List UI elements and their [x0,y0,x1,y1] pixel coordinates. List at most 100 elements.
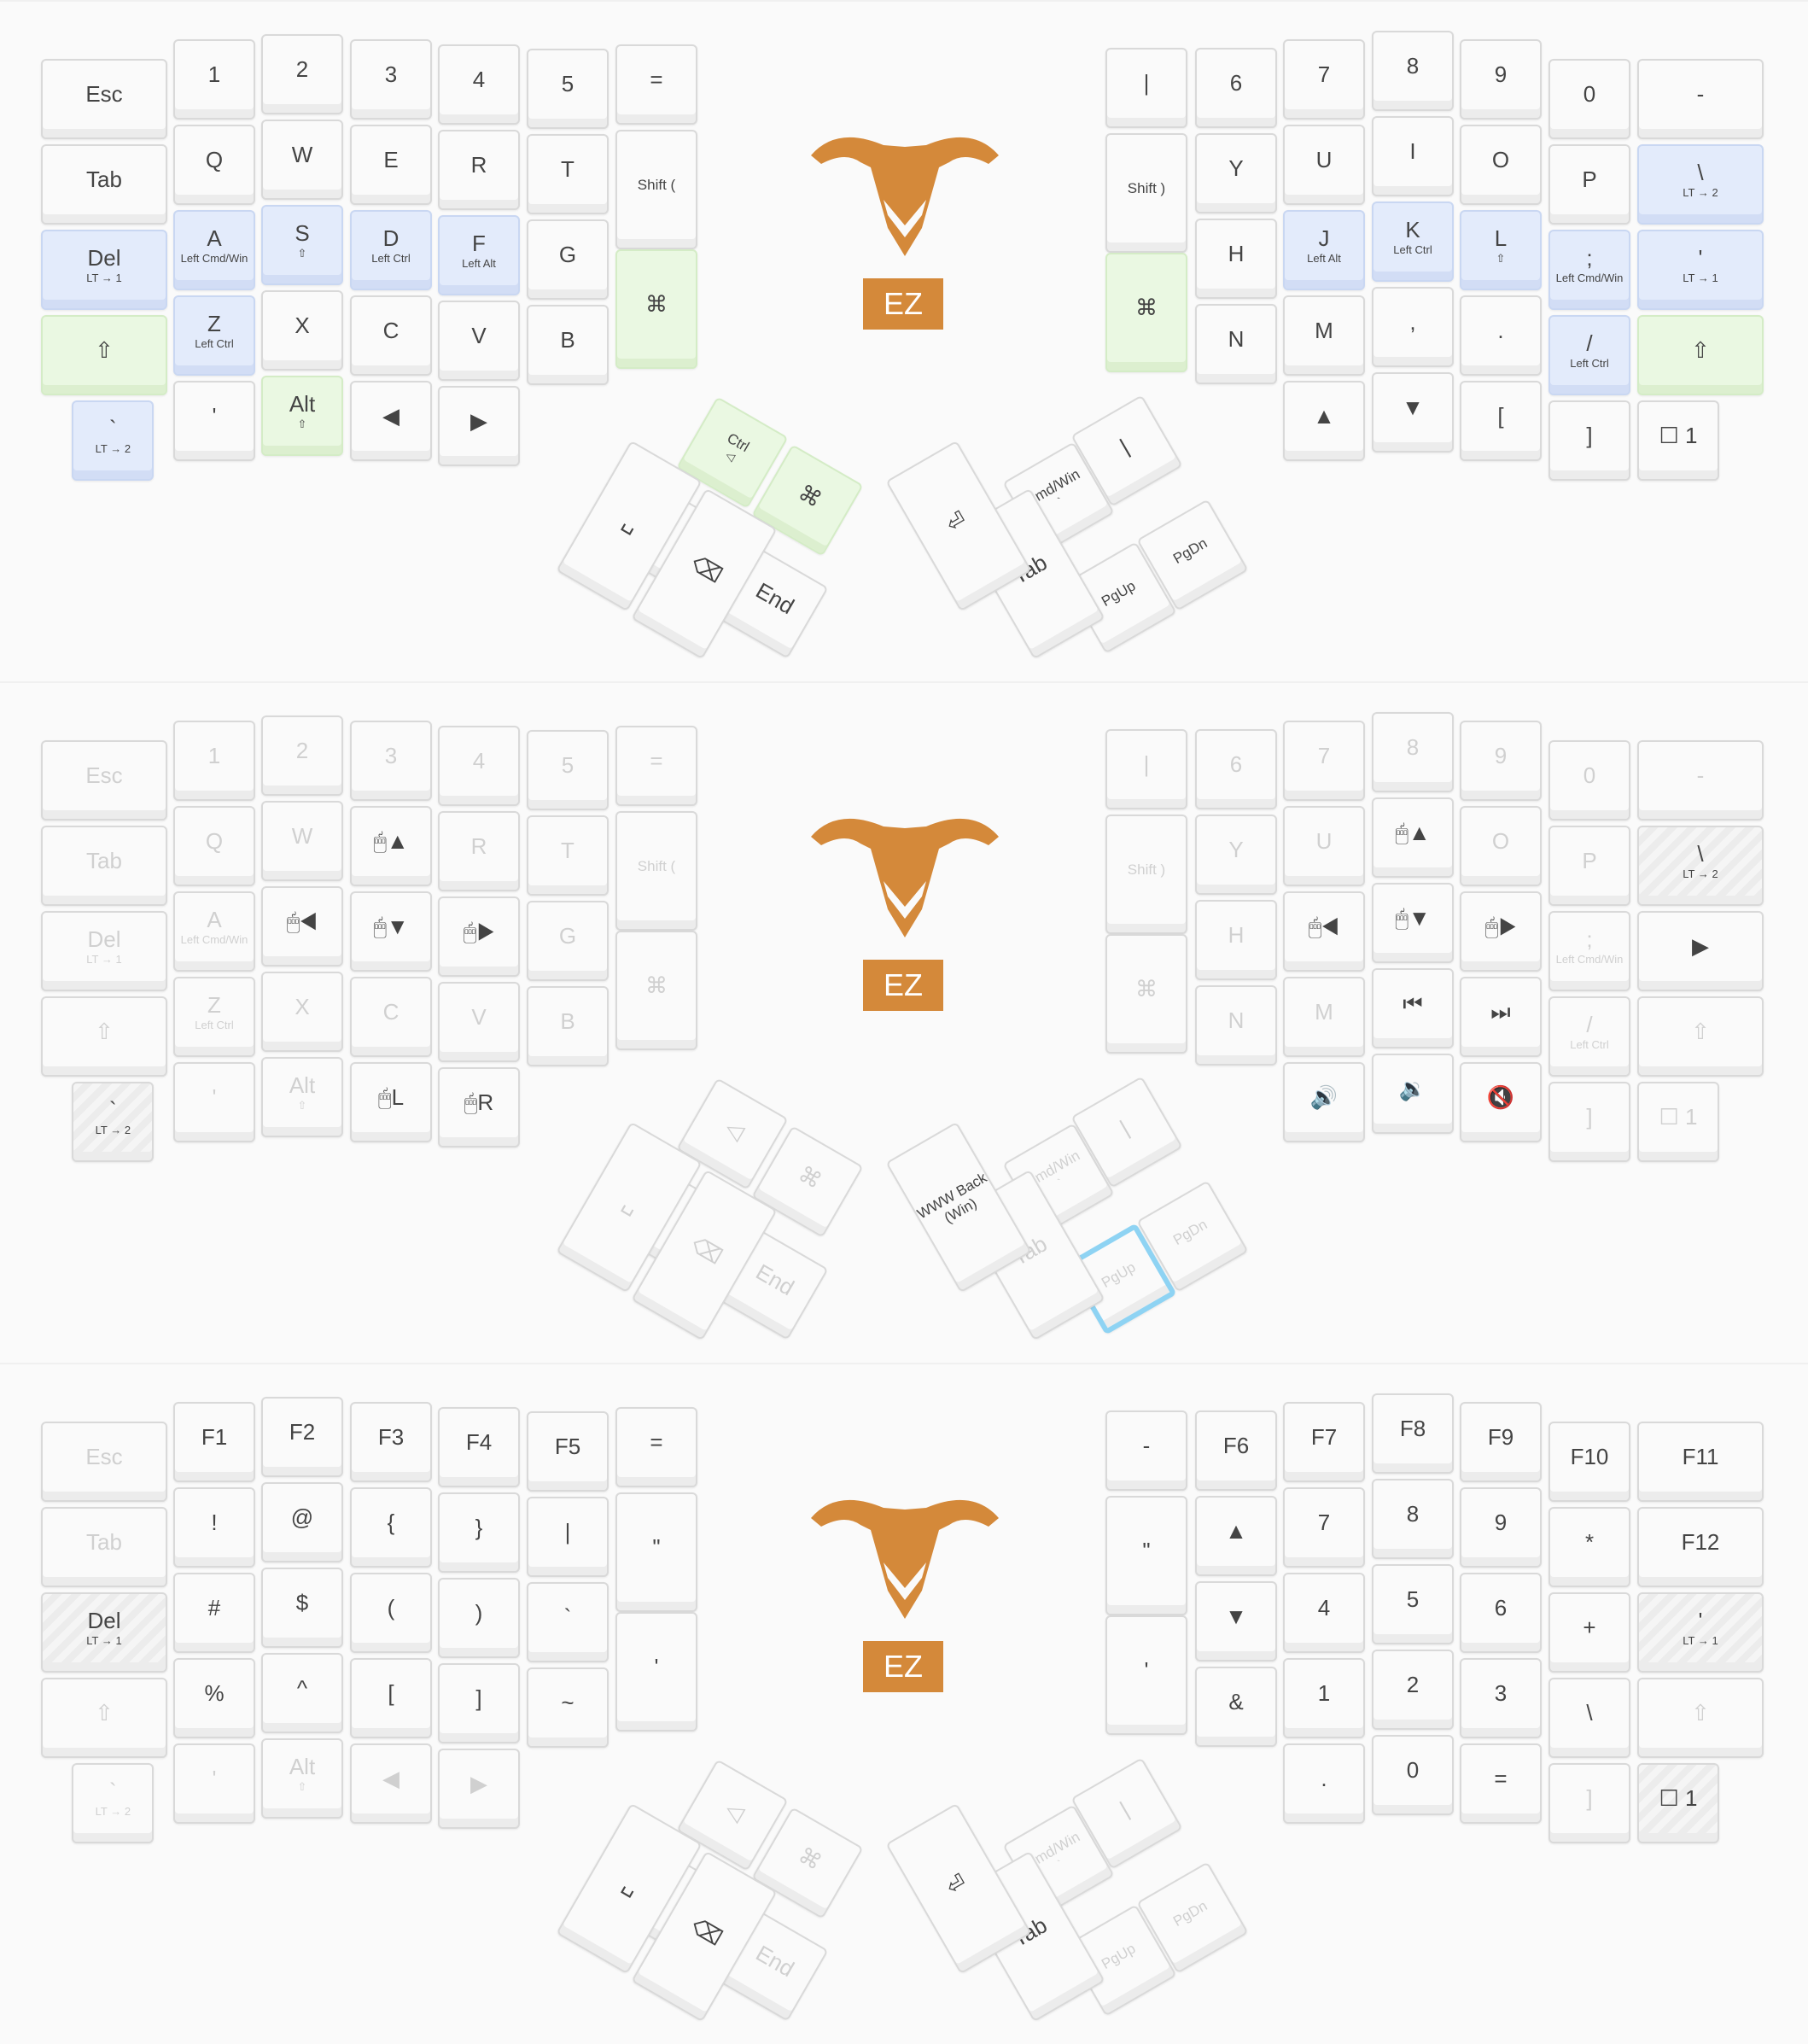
key[interactable]: P [1548,144,1630,225]
key[interactable]: Alt ⇧ [261,1738,343,1819]
key[interactable]: Z Left Ctrl [173,977,255,1057]
key[interactable]: H [1195,900,1277,980]
key[interactable]: 7 [1283,1487,1365,1568]
key[interactable]: O [1460,125,1542,205]
key[interactable]: F6 [1195,1410,1277,1491]
key[interactable]: ⌘ [615,931,697,1050]
key[interactable]: ' [1105,1615,1187,1735]
key[interactable]: 1 [1283,1658,1365,1738]
key[interactable]: R [438,811,520,891]
key[interactable]: F5 [527,1411,609,1492]
key[interactable]: ⇧ [41,1678,167,1758]
key[interactable]: / Left Ctrl [1548,315,1630,395]
key[interactable]: Shift ) [1105,133,1187,253]
key[interactable]: | [1105,48,1187,128]
key[interactable]: 2 [1372,1650,1454,1730]
key[interactable]: - [1637,740,1764,821]
key[interactable]: ] [1548,400,1630,481]
key[interactable]: ⇧ [1637,996,1764,1077]
key[interactable]: Alt ⇧ [261,1057,343,1137]
key[interactable]: $ [261,1568,343,1648]
key[interactable]: T [527,815,609,896]
key[interactable]: Shift ( [615,130,697,249]
key[interactable]: ` LT → 2 [72,1763,155,1843]
key[interactable]: 1 [173,39,255,120]
key[interactable]: ☐ 1 [1637,1082,1719,1162]
key[interactable]: 0 [1548,59,1630,139]
key[interactable]: 🖱▲ [350,806,432,886]
key[interactable]: 7 [1283,39,1365,120]
key[interactable]: J Left Alt [1283,210,1365,290]
key[interactable]: 5 [527,730,609,810]
key[interactable]: ) [438,1578,520,1658]
key[interactable]: 🖱R [438,1067,520,1148]
key[interactable]: A Left Cmd/Win [173,210,255,290]
key[interactable]: 🖱▲ [1372,797,1454,878]
key[interactable]: A Left Cmd/Win [173,891,255,972]
key[interactable]: ⇧ [41,315,167,395]
key[interactable]: ⇧ [41,996,167,1077]
key[interactable]: ; Left Cmd/Win [1548,911,1630,991]
key[interactable]: Y [1195,815,1277,895]
key[interactable]: ▼ [1372,372,1454,453]
key[interactable]: " [1105,1496,1187,1615]
key[interactable]: ◀ [350,381,432,461]
key[interactable]: F1 [173,1402,255,1482]
key[interactable]: Del LT → 1 [41,911,167,991]
key[interactable]: ` [527,1582,609,1662]
key[interactable]: U [1283,125,1365,205]
key[interactable]: 6 [1460,1573,1542,1653]
key[interactable]: W [261,801,343,881]
key[interactable]: 🖱▶ [438,896,520,977]
key[interactable]: @ [261,1482,343,1562]
key[interactable]: 3 [350,721,432,801]
key[interactable]: ▶ [438,386,520,466]
key[interactable]: \ [1548,1678,1630,1758]
key[interactable]: [ [1460,381,1542,461]
key[interactable]: H [1195,219,1277,299]
key[interactable]: 🖱▼ [1372,883,1454,963]
key[interactable]: C [350,295,432,376]
key[interactable]: ▲ [1195,1496,1277,1576]
key[interactable]: ^ [261,1653,343,1733]
key[interactable]: Esc [41,740,167,821]
key[interactable]: ~ [527,1667,609,1748]
key[interactable]: Q [173,125,255,205]
key[interactable]: Z Left Ctrl [173,295,255,376]
key[interactable]: / Left Ctrl [1548,996,1630,1077]
key[interactable]: ⇧ [1637,1678,1764,1758]
key[interactable]: F8 [1372,1393,1454,1474]
key[interactable]: ☐ 1 [1637,400,1719,481]
key[interactable]: O [1460,806,1542,886]
key[interactable]: ( [350,1573,432,1653]
key[interactable]: 6 [1195,729,1277,809]
key[interactable]: % [173,1658,255,1738]
key[interactable]: 0 [1548,740,1630,821]
key[interactable]: [ [350,1658,432,1738]
key[interactable]: B [527,305,609,385]
key[interactable]: 🖱▶ [1460,891,1542,972]
key[interactable]: ▶ [1637,911,1764,991]
key[interactable]: ☐ 1 [1637,1763,1719,1843]
key[interactable]: = [1460,1743,1542,1824]
key[interactable]: | [527,1497,609,1577]
key[interactable]: - [1105,1410,1187,1491]
key[interactable]: ⌘ [615,249,697,369]
key[interactable]: N [1195,304,1277,384]
key[interactable]: ⏮ [1372,968,1454,1048]
key[interactable]: 4 [438,44,520,125]
key[interactable]: C [350,977,432,1057]
key[interactable]: = [615,44,697,125]
key[interactable]: Del LT → 1 [41,230,167,310]
key[interactable]: } [438,1492,520,1573]
key[interactable]: 🔇 [1460,1062,1542,1142]
key[interactable]: 2 [261,715,343,796]
key[interactable]: 2 [261,34,343,114]
key[interactable]: Tab [41,1507,167,1587]
key[interactable]: , [1372,287,1454,367]
key[interactable]: ] [1548,1082,1630,1162]
key[interactable]: F4 [438,1407,520,1487]
key[interactable]: 3 [1460,1658,1542,1738]
key[interactable]: 8 [1372,1479,1454,1559]
key[interactable]: ▶ [438,1749,520,1829]
